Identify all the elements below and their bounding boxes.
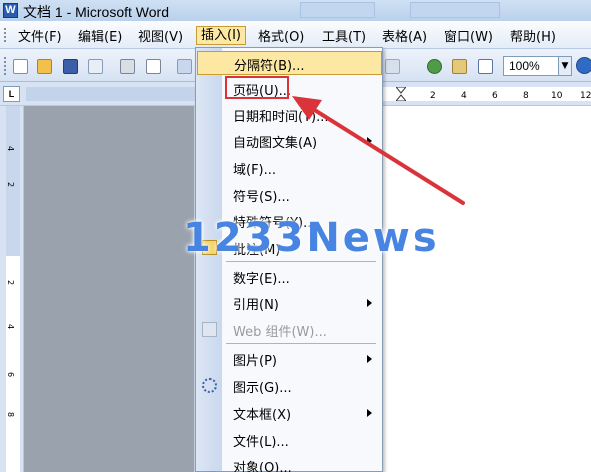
menu-item-picture[interactable]: 图片(P) bbox=[196, 346, 382, 372]
menu-item-reference[interactable]: 引用(N) bbox=[196, 290, 382, 316]
menu-item-autotext[interactable]: 自动图文集(A) bbox=[196, 128, 382, 154]
submenu-arrow-icon bbox=[367, 409, 372, 417]
print-preview-icon[interactable] bbox=[146, 59, 161, 74]
redo-icon[interactable] bbox=[385, 59, 400, 74]
toolbar-grip-handle[interactable] bbox=[4, 57, 6, 75]
menu-bar: 文件(F) 编辑(E) 视图(V) 插入(I) 格式(O) 工具(T) 表格(A… bbox=[0, 21, 591, 49]
menu-separator bbox=[226, 261, 376, 262]
menu-item-label: 文本框(X) bbox=[233, 408, 292, 423]
permission-icon[interactable] bbox=[88, 59, 103, 74]
menu-item-page-numbers[interactable]: 页码(U)... bbox=[196, 76, 382, 102]
menu-insert[interactable]: 插入(I) bbox=[196, 26, 246, 45]
word-app-icon[interactable]: W bbox=[3, 3, 18, 18]
menu-item-label: 对象(O)... bbox=[233, 461, 292, 472]
vruler-tick: 4 bbox=[6, 145, 16, 152]
annotation-highlight-box bbox=[225, 76, 289, 99]
ruler-tick: 10 bbox=[551, 91, 563, 101]
menu-item-text-box[interactable]: 文本框(X) bbox=[196, 400, 382, 426]
save-icon[interactable] bbox=[63, 59, 78, 74]
vertical-ruler[interactable]: 4 2 2 4 6 8 bbox=[0, 106, 24, 472]
ruler-tick: 6 bbox=[492, 91, 498, 101]
ruler-tick: 2 bbox=[430, 91, 436, 101]
menu-item-label: 引用(N) bbox=[233, 298, 279, 313]
menu-window[interactable]: 窗口(W) bbox=[440, 26, 497, 45]
menu-format[interactable]: 格式(O) bbox=[254, 26, 308, 45]
menu-item-web-component[interactable]: Web 组件(W)... bbox=[196, 317, 382, 343]
menu-edit[interactable]: 编辑(E) bbox=[74, 26, 126, 45]
menu-file[interactable]: 文件(F) bbox=[14, 26, 66, 45]
submenu-arrow-icon bbox=[367, 137, 372, 145]
open-folder-icon[interactable] bbox=[37, 59, 52, 74]
hyperlink-icon[interactable] bbox=[427, 59, 442, 74]
menu-help[interactable]: 帮助(H) bbox=[506, 26, 560, 45]
title-bar: W 文档 1 - Microsoft Word bbox=[0, 0, 591, 21]
zoom-select[interactable]: 100% bbox=[503, 56, 559, 76]
menu-item-label: 域(F)... bbox=[233, 163, 277, 178]
menu-item-label: 文件(L)... bbox=[233, 435, 289, 450]
diagram-icon bbox=[202, 378, 217, 393]
menu-item-break[interactable]: 分隔符(B)... bbox=[197, 51, 382, 75]
menu-item-label: 自动图文集(A) bbox=[233, 136, 318, 151]
menu-item-object[interactable]: 对象(O)... bbox=[196, 453, 382, 472]
menu-item-date-time[interactable]: 日期和时间(T)... bbox=[196, 102, 382, 128]
menu-item-field[interactable]: 域(F)... bbox=[196, 155, 382, 181]
menu-item-label: 日期和时间(T)... bbox=[233, 110, 329, 125]
chevron-down-icon[interactable]: ▼ bbox=[558, 56, 572, 76]
tables-borders-icon[interactable] bbox=[452, 59, 467, 74]
print-icon[interactable] bbox=[120, 59, 135, 74]
watermark-text: 1233News bbox=[183, 215, 440, 261]
menu-item-label: Web 组件(W)... bbox=[233, 325, 327, 340]
menu-item-symbol[interactable]: 符号(S)... bbox=[196, 182, 382, 208]
menu-item-label: 图示(G)... bbox=[233, 381, 292, 396]
vruler-tick: 8 bbox=[6, 411, 16, 418]
help-icon[interactable] bbox=[576, 57, 591, 74]
submenu-arrow-icon bbox=[367, 299, 372, 307]
menu-item-label: 符号(S)... bbox=[233, 190, 290, 205]
menubar-grip-handle[interactable] bbox=[4, 28, 6, 42]
menu-table[interactable]: 表格(A) bbox=[378, 26, 431, 45]
web-component-icon bbox=[202, 322, 217, 337]
menu-item-diagram[interactable]: 图示(G)... bbox=[196, 373, 382, 399]
blurred-title-region bbox=[300, 2, 375, 18]
blurred-title-region bbox=[410, 2, 500, 18]
submenu-arrow-icon bbox=[367, 355, 372, 363]
ruler-tick: 12 bbox=[580, 91, 591, 101]
vruler-tick: 2 bbox=[6, 181, 16, 188]
spelling-icon[interactable] bbox=[177, 59, 192, 74]
indent-marker[interactable] bbox=[394, 86, 408, 102]
tab-stop-selector[interactable]: L bbox=[3, 86, 20, 102]
menu-item-label: 图片(P) bbox=[233, 354, 277, 369]
new-document-icon[interactable] bbox=[13, 59, 28, 74]
menu-view[interactable]: 视图(V) bbox=[134, 26, 187, 45]
expand-menu-chevron-icon[interactable]: ⌄ bbox=[209, 466, 217, 472]
menu-item-label: 数字(E)... bbox=[233, 272, 290, 287]
vruler-tick: 6 bbox=[6, 371, 16, 378]
menu-separator bbox=[226, 343, 376, 344]
ruler-tick: 4 bbox=[461, 91, 467, 101]
insert-table-icon[interactable] bbox=[478, 59, 493, 74]
vruler-tick: 4 bbox=[6, 323, 16, 330]
menu-item-number[interactable]: 数字(E)... bbox=[196, 264, 382, 290]
menu-tools[interactable]: 工具(T) bbox=[318, 26, 370, 45]
menu-item-file[interactable]: 文件(L)... bbox=[196, 427, 382, 453]
vruler-tick: 2 bbox=[6, 279, 16, 286]
window-title: 文档 1 - Microsoft Word bbox=[23, 4, 169, 20]
ruler-tick: 8 bbox=[523, 91, 529, 101]
document-background bbox=[24, 106, 194, 472]
menu-item-label: 分隔符(B)... bbox=[234, 59, 305, 74]
